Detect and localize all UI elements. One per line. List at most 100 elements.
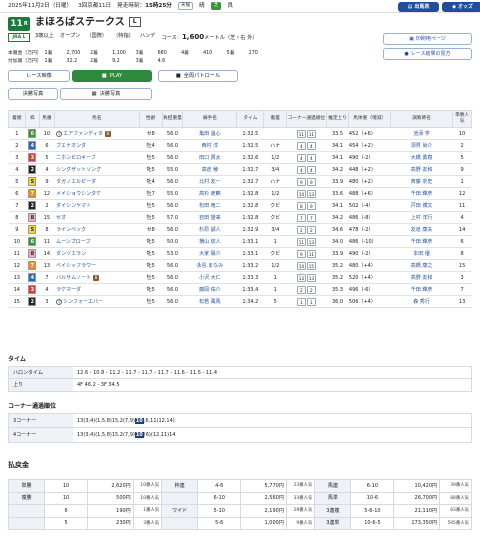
trainer-link[interactable]: 友道 康夫: [390, 223, 453, 236]
horse-number: 12: [39, 187, 55, 200]
body-weight: 480（+4）: [348, 259, 391, 272]
finish-time: 1:34.2: [236, 295, 264, 308]
combination: 5-6: [197, 516, 242, 530]
finish-time: 1:33.2: [236, 259, 264, 272]
weight-carried: 57.0: [162, 211, 183, 224]
jockey-link[interactable]: 亀田 温心: [182, 127, 237, 140]
horse-number: 3: [39, 295, 55, 308]
horse-name-link[interactable]: マエアファンディタ B: [54, 127, 140, 140]
jockey-link[interactable]: 藤岡 佑介: [182, 283, 237, 296]
horse-name-link[interactable]: ダイシンヤマト: [54, 199, 140, 212]
horse-name-link[interactable]: マシンフォーエバー: [54, 295, 140, 308]
trainer-link[interactable]: 高野 友和: [390, 271, 453, 284]
trainer-link[interactable]: 戸田 博文: [390, 199, 453, 212]
body-weight: 452（+6）: [348, 127, 391, 140]
payout-amount: 5,770円: [240, 479, 287, 493]
horse-name-link[interactable]: タガノエルピーダ: [54, 175, 140, 188]
corner-positions: 11 13: [286, 235, 327, 248]
body-weight: 486（-8）: [348, 211, 391, 224]
sex-age: 牡5: [139, 211, 163, 224]
horse-name-link[interactable]: メイショウシンタケ: [54, 187, 140, 200]
finish-position: 2: [8, 139, 26, 152]
results-table: 着順 枠 馬番 馬名 性齢 負担重量 騎手名 タイム 着差 コーナー通過順位 推…: [8, 110, 472, 308]
trainer-link[interactable]: 池添 学: [390, 127, 453, 140]
margin: ハナ: [263, 139, 287, 152]
margin: 1: [263, 271, 287, 284]
horse-name-link[interactable]: ムーンプローブ: [54, 235, 140, 248]
jockey-link[interactable]: 横山 琉人: [182, 235, 237, 248]
jockey-link[interactable]: 西村 淳: [182, 139, 237, 152]
horse-name-link[interactable]: シングザットソング: [54, 163, 140, 176]
horse-number: 4: [39, 163, 55, 176]
trainer-link[interactable]: 千田 輝彦: [390, 235, 453, 248]
horse-name-link[interactable]: ニホンピロキーフ: [54, 151, 140, 164]
margin: 1: [263, 235, 287, 248]
jockey-link[interactable]: 松田 竜二: [182, 199, 237, 212]
waku-number: 7: [25, 259, 40, 272]
jockey-link[interactable]: 杉原 誠人: [182, 223, 237, 236]
combination: 10-6: [350, 491, 395, 505]
payout-amount: 1,000円: [240, 516, 287, 530]
corner-positions: 22: [286, 223, 327, 236]
trainer-link[interactable]: 大橋 勇樹: [390, 151, 453, 164]
sex-age: 牡5: [139, 295, 163, 308]
finish-position: 3: [8, 151, 26, 164]
play-video-button[interactable]: ■ PLAY: [72, 70, 152, 82]
trainer-link[interactable]: 森 秀行: [390, 295, 453, 308]
payout-row: 5 230円 3番人気 5-6 1,000円 9番人気 3連単 10-6-5 173,350円 5…: [8, 516, 472, 530]
margin: 1: [263, 283, 287, 296]
jockey-link[interactable]: 松若 風馬: [182, 295, 237, 308]
trainer-link[interactable]: 本田 優: [390, 247, 453, 260]
jockey-link[interactable]: 永島 まなみ: [182, 259, 237, 272]
trainer-link[interactable]: 須貝 尚介: [390, 139, 453, 152]
margin: クビ: [263, 247, 287, 260]
horse-number: 6: [39, 139, 55, 152]
combination: 5-6-10: [350, 504, 395, 518]
horse-number: 10: [39, 127, 55, 140]
horse-name-link[interactable]: ダンツエラン: [54, 247, 140, 260]
race-header: 11 R JRA L まほろばステークス L 3歳以上 オープン （国際） （特指） ハンデ…: [0, 13, 480, 69]
horse-name-link[interactable]: バルサムノート B: [54, 271, 140, 284]
trainer-link[interactable]: 斉藤 崇史: [390, 175, 453, 188]
weight-carried: 50.0: [162, 235, 183, 248]
jockey-link[interactable]: 高杉 吏麒: [182, 187, 237, 200]
body-weight: 448（+2）: [348, 163, 391, 176]
bet-type: 馬単: [314, 491, 352, 505]
result-row: 3 3 5 ニホンピロキーフ 牡5 56.0 田口 貫太 1:32.6 1/2 4 4 34.1 490…: [8, 151, 472, 164]
jockey-link[interactable]: 高倉 稜: [182, 163, 237, 176]
horse-name-link[interactable]: ラインベック: [54, 223, 140, 236]
result-guide-button[interactable]: ● レース結果の見方: [383, 48, 472, 60]
corner3-label: 3コーナー: [9, 414, 73, 427]
weight-carried: 56.0: [162, 127, 183, 140]
horse-number: 9: [39, 175, 55, 188]
trainer-link[interactable]: 高橋 康之: [390, 259, 453, 272]
jockey-link[interactable]: 北村 友一: [182, 175, 237, 188]
jockey-link[interactable]: 田口 貫太: [182, 151, 237, 164]
trainer-link[interactable]: 高野 友和: [390, 163, 453, 176]
finish-photo-button[interactable]: ▦ 決勝写真: [60, 88, 152, 100]
trainer-link[interactable]: 千田 輝彦: [390, 283, 453, 296]
payout-amount: 230円: [87, 516, 134, 530]
margin: 5: [263, 295, 287, 308]
trainer-link[interactable]: 千田 輝彦: [390, 187, 453, 200]
print-page-button[interactable]: ▣ 印刷用ページ: [383, 33, 472, 45]
trainer-link[interactable]: 上村 洋行: [390, 211, 453, 224]
horse-name-link[interactable]: ラケマーダ: [54, 283, 140, 296]
payout-popularity: 39番人気: [439, 479, 472, 493]
jockey-link[interactable]: 大家 陽介: [182, 247, 237, 260]
turf-value: 良: [227, 2, 233, 9]
horse-list-button[interactable]: ▤ 出馬表: [398, 2, 439, 12]
horse-name-link[interactable]: セオ: [54, 211, 140, 224]
combination: 6-10: [350, 479, 395, 493]
odds-button[interactable]: ◆ オッズ: [442, 2, 480, 12]
jockey-link[interactable]: 小沢 大仁: [182, 271, 237, 284]
horse-number: 2: [39, 199, 55, 212]
bet-type: [161, 491, 199, 505]
halon-label: ハロンタイム: [9, 367, 73, 378]
horse-name-link[interactable]: ブエナオンダ: [54, 139, 140, 152]
corner-positions: 22: [286, 283, 327, 296]
waku-number: 2: [25, 295, 40, 308]
horse-name-link[interactable]: ベイシャフラワー: [54, 259, 140, 272]
jockey-link[interactable]: 岩田 望来: [182, 211, 237, 224]
patrol-video-button[interactable]: ■ 全周パトロール: [158, 70, 238, 82]
